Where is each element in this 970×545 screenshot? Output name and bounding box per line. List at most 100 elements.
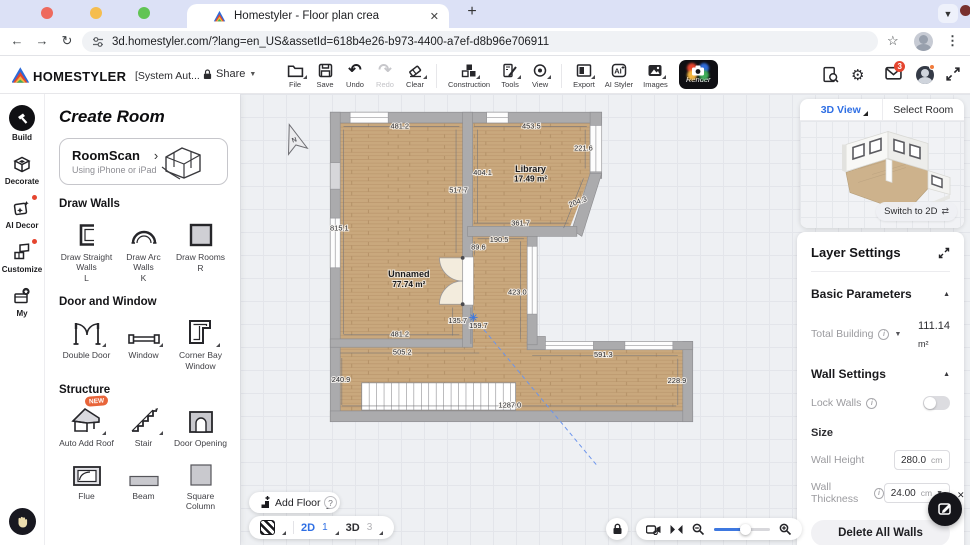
- tool-draw-arc-walls[interactable]: Draw Arc Walls K: [116, 217, 171, 283]
- feedback-close-icon[interactable]: ✕: [957, 490, 965, 501]
- browser-profile-avatar[interactable]: [914, 32, 933, 51]
- dimension-label[interactable]: 505.2: [393, 348, 412, 357]
- tool-window[interactable]: Window: [116, 315, 171, 370]
- dimension-label[interactable]: 453.5: [522, 122, 541, 131]
- reload-icon[interactable]: ↻: [58, 33, 76, 49]
- mode-3d-button[interactable]: 3D: [346, 522, 360, 534]
- dimension-label[interactable]: 228.9: [668, 376, 687, 385]
- dimension-edit-icon[interactable]: [469, 313, 477, 321]
- dimension-label[interactable]: 481.2: [390, 122, 409, 131]
- window-minimize-button[interactable]: [90, 7, 102, 19]
- tab-search-icon[interactable]: ▼: [938, 4, 958, 23]
- tool-stair[interactable]: Stair: [116, 403, 171, 448]
- dimension-label[interactable]: 190.5: [490, 235, 509, 244]
- tool-beam[interactable]: Beam: [116, 456, 171, 511]
- account-button[interactable]: [916, 66, 934, 84]
- tool-auto-add-roof[interactable]: NEW Auto Add Roof: [59, 403, 114, 448]
- basic-parameters-header[interactable]: Basic Parameters ▲: [811, 287, 950, 301]
- zoom-in-icon[interactable]: [779, 523, 792, 536]
- help-button[interactable]: ?: [324, 496, 337, 509]
- render-button[interactable]: Render: [679, 60, 718, 89]
- undo-button[interactable]: ↶ Undo: [341, 59, 369, 89]
- dimension-label[interactable]: 89.6: [471, 243, 485, 252]
- clear-button[interactable]: Clear: [401, 59, 429, 89]
- settings-button[interactable]: ⚙: [851, 66, 864, 84]
- dimension-label[interactable]: 1287.0: [498, 401, 521, 410]
- room-name[interactable]: Unnamed: [388, 269, 429, 279]
- 3d-preview[interactable]: Switch to 2D ⇄: [800, 121, 964, 228]
- fullscreen-button[interactable]: [945, 66, 961, 82]
- fit-view-icon[interactable]: [670, 524, 683, 535]
- zoom-slider-knob[interactable]: [740, 524, 751, 535]
- ai-styler-button[interactable]: AI AI Styler: [601, 59, 637, 89]
- browser-menu-icon[interactable]: ⋮: [946, 33, 959, 49]
- tool-flue[interactable]: Flue: [59, 456, 114, 511]
- save-button[interactable]: Save: [311, 59, 339, 89]
- room-name[interactable]: Library: [515, 164, 547, 174]
- sidebar-item-build[interactable]: Build: [0, 105, 44, 142]
- switch-to-2d-button[interactable]: Switch to 2D ⇄: [876, 202, 957, 221]
- dimension-label[interactable]: 517.7: [449, 185, 468, 194]
- wall-settings-header[interactable]: Wall Settings ▲: [811, 367, 950, 381]
- dimension-label[interactable]: 404.1: [473, 168, 492, 177]
- sidebar-item-ai-decor[interactable]: AI Decor: [0, 197, 44, 230]
- info-icon[interactable]: i: [874, 488, 883, 499]
- brand-name[interactable]: HOMESTYLER: [33, 69, 126, 84]
- window-close-button[interactable]: [41, 7, 53, 19]
- tool-corner-bay-window[interactable]: Corner Bay Window: [173, 315, 228, 370]
- info-icon[interactable]: i: [866, 398, 877, 409]
- assistant-hand-logo[interactable]: [9, 508, 36, 535]
- messages-button[interactable]: 3: [885, 66, 902, 80]
- bookmark-star-icon[interactable]: ☆: [887, 33, 899, 49]
- tool-draw-straight-walls[interactable]: Draw Straight Walls L: [59, 217, 114, 283]
- pattern-style-icon[interactable]: [260, 520, 275, 535]
- roomscan-card[interactable]: RoomScan› Using iPhone or iPad: [59, 138, 228, 185]
- zoom-out-icon[interactable]: [692, 523, 705, 536]
- dimension-label[interactable]: 159.7: [469, 321, 488, 330]
- lock-walls-toggle[interactable]: [923, 396, 950, 410]
- construction-button[interactable]: Construction: [444, 59, 494, 89]
- tab-close-icon[interactable]: ✕: [428, 10, 441, 23]
- spec-search-button[interactable]: [822, 66, 839, 83]
- window-maximize-button[interactable]: [138, 7, 150, 19]
- export-button[interactable]: Export: [569, 59, 599, 89]
- tool-draw-rooms[interactable]: Draw Rooms R: [173, 217, 228, 283]
- sidebar-item-my[interactable]: My: [0, 285, 44, 318]
- address-bar[interactable]: 3d.homestyler.com/?lang=en_US&assetId=61…: [82, 31, 878, 52]
- tool-square-column[interactable]: Square Column: [173, 456, 228, 511]
- dimension-label[interactable]: 423.0: [508, 287, 527, 296]
- tab-3d-view[interactable]: 3D View: [800, 99, 882, 120]
- expand-panel-icon[interactable]: [938, 247, 950, 259]
- chevron-down-icon[interactable]: ▼: [894, 331, 901, 338]
- sidebar-item-decorate[interactable]: Decorate: [0, 153, 44, 186]
- tool-door-opening[interactable]: Door Opening: [173, 403, 228, 448]
- mode-2d-button[interactable]: 2D: [301, 522, 315, 534]
- dimension-label[interactable]: 221.6: [574, 143, 593, 152]
- dimension-label[interactable]: 135.7: [448, 316, 467, 325]
- tool-double-door[interactable]: Double Door: [59, 315, 114, 370]
- dimension-label[interactable]: 240.9: [332, 375, 351, 384]
- dimension-label[interactable]: 361.7: [511, 219, 530, 228]
- new-tab-button[interactable]: +: [462, 3, 482, 21]
- wall-height-input[interactable]: 280.0 cm: [894, 450, 950, 470]
- share-button[interactable]: Share▼: [203, 68, 256, 80]
- dimension-label[interactable]: 481.2: [390, 329, 409, 338]
- delete-all-walls-button[interactable]: Delete All Walls: [811, 520, 950, 545]
- zoom-slider[interactable]: [714, 528, 770, 531]
- lock-view-button[interactable]: [606, 518, 628, 540]
- template-selector[interactable]: [System Aut... ▼: [135, 70, 210, 82]
- info-icon[interactable]: i: [878, 329, 889, 340]
- tab-select-room[interactable]: Select Room: [882, 99, 965, 120]
- tools-button[interactable]: Tools: [496, 59, 524, 89]
- back-icon[interactable]: ←: [8, 33, 26, 48]
- sidebar-item-customize[interactable]: Customize: [0, 241, 44, 274]
- site-settings-icon[interactable]: [92, 36, 104, 48]
- view-button[interactable]: View: [526, 59, 554, 89]
- images-button[interactable]: Images: [639, 59, 672, 89]
- file-button[interactable]: File: [281, 59, 309, 89]
- browser-tab[interactable]: Homestyler - Floor plan crea ✕: [187, 4, 449, 28]
- dimension-label[interactable]: 591.3: [594, 350, 613, 359]
- walkthrough-camera-icon[interactable]: [646, 523, 661, 535]
- dimension-label[interactable]: 815.1: [330, 224, 349, 233]
- room-floors[interactable]: [339, 122, 683, 411]
